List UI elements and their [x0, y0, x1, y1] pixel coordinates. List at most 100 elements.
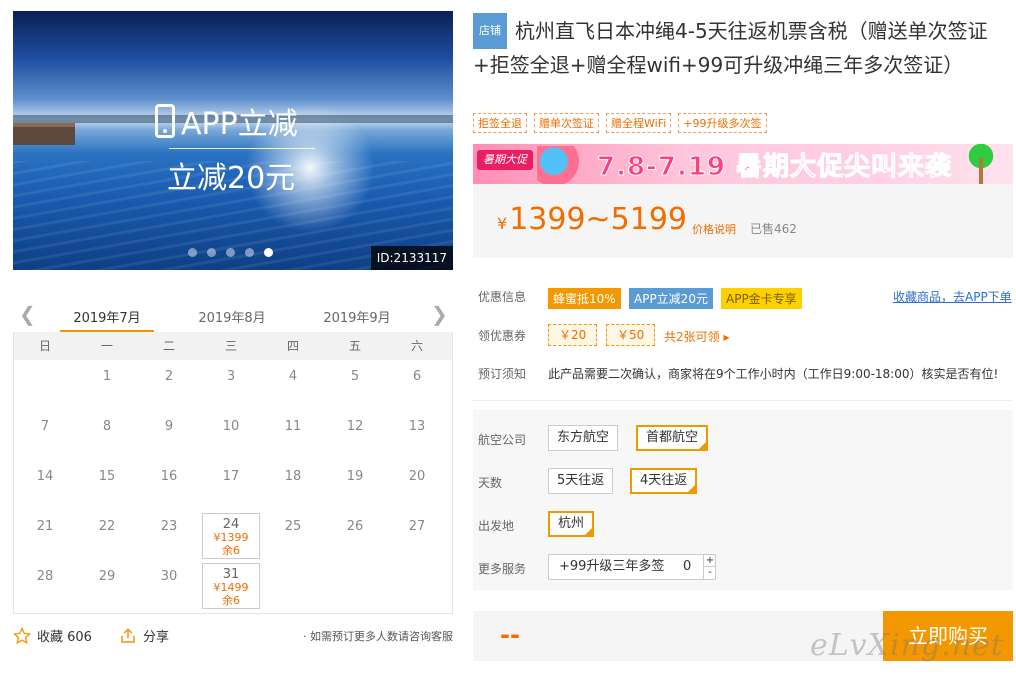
- product-actions: 收藏 606 分享 · 如需预订更多人数请咨询客服: [13, 626, 453, 646]
- product-hero-image[interactable]: APP立减 立减20元 ID:2133117: [13, 11, 453, 270]
- favorite-button[interactable]: 收藏 606: [13, 626, 92, 645]
- day-number: 9: [164, 419, 174, 434]
- day-number: 12: [346, 419, 364, 434]
- share-button[interactable]: 分享: [119, 626, 169, 645]
- weekday-label: 二: [162, 339, 175, 353]
- departure-label: 出发地: [478, 519, 515, 533]
- contact-service-note: · 如需预订更多人数请咨询客服: [303, 630, 453, 643]
- day-number: 18: [284, 469, 302, 484]
- banner-person-illustration: [537, 146, 593, 184]
- calendar-day-available[interactable]: 31 ¥1499 余6: [202, 563, 260, 609]
- tab-month-3[interactable]: 2019年9月: [310, 307, 404, 326]
- day-number: 15: [98, 469, 116, 484]
- carousel-dot-active[interactable]: [264, 248, 273, 257]
- upgrade-quantity-stepper: +99升级三年多签 0 + -: [548, 554, 716, 580]
- calendar-day: 30: [138, 560, 200, 610]
- calendar-grid: 日一二三四五六 1 2 3 4 5 6 7 8 9 10 11 12 13 14 15 16 17 18 19 20 2…: [13, 332, 453, 614]
- promo-row: 优惠信息 蜂蜜抵10% APP立减20元 APP金卡专享: [0, 288, 1016, 309]
- carousel-dot[interactable]: [188, 248, 197, 257]
- carousel-dot[interactable]: [207, 248, 216, 257]
- calendar-day: 22: [76, 510, 138, 560]
- day-number: 31: [222, 567, 240, 582]
- day-number: 22: [98, 519, 116, 534]
- upgrade-quantity-value[interactable]: 0: [683, 555, 691, 579]
- calendar-day: 15: [76, 460, 138, 510]
- coupon-label: 领优惠券: [478, 329, 527, 343]
- favorite-label: 收藏 606: [37, 630, 92, 645]
- star-icon: [13, 626, 31, 644]
- calendar-day: 21: [14, 510, 76, 560]
- calendar-day: 5: [324, 360, 386, 410]
- tab-month-2[interactable]: 2019年8月: [185, 307, 279, 326]
- favorite-app-order-link[interactable]: 收藏商品，去APP下单: [893, 288, 1012, 305]
- option-days-5[interactable]: 5天往返: [548, 468, 614, 494]
- carousel-dot[interactable]: [245, 248, 254, 257]
- share-label: 分享: [143, 630, 170, 645]
- calendar-day: 11: [262, 410, 324, 460]
- product-id-label: ID:2133117: [370, 246, 453, 270]
- day-number: 1: [102, 369, 112, 384]
- share-icon: [121, 627, 135, 643]
- day-number: 5: [350, 369, 360, 384]
- day-number: 24: [222, 517, 240, 532]
- calendar-day: 10: [200, 410, 262, 460]
- product-tag: 拒签全退: [473, 113, 527, 133]
- day-number: 7: [40, 419, 50, 434]
- calendar-day: 6: [386, 360, 448, 410]
- price-explain-link[interactable]: 价格说明: [692, 221, 736, 237]
- app-promo-text: APP立减: [181, 107, 298, 142]
- day-price: ¥1399: [213, 531, 249, 544]
- product-title-text: 杭州直飞日本冲绳4-5天往返机票含税（赠送单次签证+拒签全退+赠全程wifi+9…: [473, 19, 988, 77]
- calendar-day: 4: [262, 360, 324, 410]
- calendar-day: 3: [200, 360, 262, 410]
- promo-divider: [169, 148, 315, 149]
- calendar-day: 14: [14, 460, 76, 510]
- day-number: 2: [164, 369, 174, 384]
- total-price: --: [500, 621, 520, 649]
- calendar-day: 8: [76, 410, 138, 460]
- price-range-value: 1399~5199: [509, 202, 688, 237]
- product-tag: 赠全程WiFi: [606, 113, 672, 133]
- day-stock: 余6: [222, 544, 240, 557]
- day-number: 30: [160, 569, 178, 584]
- calendar-day: 25: [262, 510, 324, 560]
- section-divider: [473, 400, 1013, 401]
- option-days-4[interactable]: 4天往返: [630, 468, 698, 494]
- discount-promo-text: 立减20元: [167, 161, 296, 196]
- day-number: 8: [102, 419, 112, 434]
- notice-text: 此产品需要二次确认，商家将在9个工作小时内（工作日9:00-18:00）核实是否…: [548, 367, 999, 381]
- upgrade-service-label: +99升级三年多签: [559, 559, 665, 574]
- weekday-label: 一: [100, 339, 113, 353]
- tab-month-1[interactable]: 2019年7月: [60, 307, 154, 326]
- option-airline-capital[interactable]: 首都航空: [636, 425, 709, 451]
- calendar-day: 7: [14, 410, 76, 460]
- option-airline-eastern[interactable]: 东方航空: [548, 425, 619, 451]
- calendar-day-available[interactable]: 24 ¥1399 余6: [202, 513, 260, 559]
- calendar-day: 1: [76, 360, 138, 410]
- calendar-day: 29: [76, 560, 138, 610]
- calendar-day: 17: [200, 460, 262, 510]
- day-number: 16: [160, 469, 178, 484]
- calendar-day: 27: [386, 510, 448, 560]
- phone-icon: [155, 104, 175, 138]
- day-number: 27: [408, 519, 426, 534]
- weekday-header: 日一二三四五六: [14, 332, 452, 360]
- product-tag: +99升级多次签: [678, 113, 767, 133]
- decrement-button[interactable]: -: [703, 567, 716, 579]
- day-number: 20: [408, 469, 426, 484]
- calendar-day: 12: [324, 410, 386, 460]
- coupon-20[interactable]: ￥20: [548, 324, 598, 346]
- services-label: 更多服务: [478, 562, 527, 576]
- increment-button[interactable]: +: [703, 555, 716, 567]
- option-departure-hangzhou[interactable]: 杭州: [548, 511, 595, 537]
- summer-sale-banner[interactable]: 暑期大促 7.8-7.19 暑期大促尖叫来袭: [473, 144, 1013, 184]
- site-watermark: eLvXing.net: [810, 628, 1004, 663]
- carousel-dot[interactable]: [226, 248, 235, 257]
- promo-label: 优惠信息: [478, 290, 527, 304]
- currency-symbol: ¥: [497, 214, 508, 233]
- weekday-label: 六: [410, 339, 423, 353]
- coupon-more-link[interactable]: 共2张可领 ▸: [664, 328, 729, 345]
- coupon-50[interactable]: ￥50: [606, 324, 656, 346]
- product-tags: 拒签全退 赠单次签证 赠全程WiFi +99升级多次签: [473, 113, 767, 133]
- app-promo-line: APP立减: [155, 99, 298, 143]
